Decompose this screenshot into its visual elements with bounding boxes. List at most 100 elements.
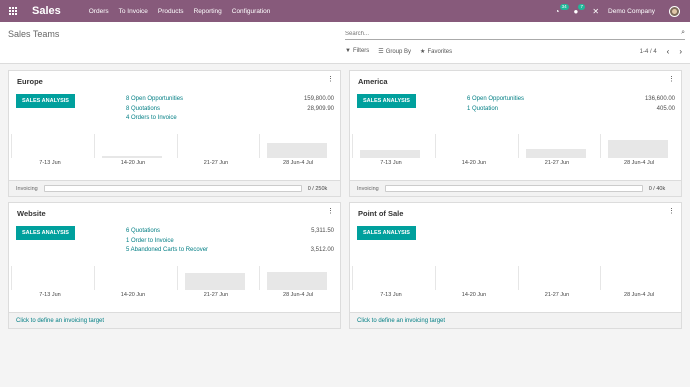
user-avatar[interactable]: [669, 5, 680, 17]
graph-bar: [360, 150, 420, 158]
activity-clock-icon[interactable]: ◔ 34: [555, 3, 569, 16]
stat-value: 159,800.00: [303, 96, 334, 102]
stat-link[interactable]: 1 Quotation: [467, 105, 498, 115]
team-stats: 8 Open Opportunities 159,800.00 8 Quotatio…: [126, 95, 334, 124]
card-options-icon[interactable]: ⋮: [327, 75, 334, 83]
graph-separator: [259, 266, 260, 290]
stat-row: 8 Quotations 28,909.90: [126, 105, 334, 115]
team-card: Point of Sale ⋮ SALES ANALYSIS 7-13 Jun 14-2…: [349, 202, 682, 329]
search-input[interactable]: [345, 28, 665, 39]
stat-link[interactable]: 8 Open Opportunities: [126, 95, 183, 105]
graph-x-label: 7-13 Jun: [39, 292, 61, 298]
graph-separator: [94, 266, 95, 290]
apps-menu-icon[interactable]: [9, 7, 17, 15]
filters-label: Filters: [352, 48, 370, 54]
team-title[interactable]: America: [358, 77, 388, 86]
graph-bar: [102, 156, 162, 158]
graph-x-label: 7-13 Jun: [39, 160, 61, 166]
invoicing-ratio: 0 / 40k: [648, 185, 666, 192]
sales-analysis-button[interactable]: SALES ANALYSIS: [357, 226, 416, 240]
stat-link[interactable]: 8 Quotations: [126, 105, 160, 115]
groupby-button[interactable]: ☰ Group By: [378, 48, 411, 55]
team-title[interactable]: Point of Sale: [358, 209, 403, 218]
graph-x-labels: 7-13 Jun 14-20 Jun 21-27 Jun 28 Jun-4 Jul: [9, 292, 340, 300]
stat-link[interactable]: 1 Order to Invoice: [126, 237, 174, 247]
stat-value: 3,512.00: [310, 247, 334, 253]
stat-value: 136,600.00: [644, 96, 675, 102]
graph-separator: [600, 134, 601, 158]
sales-graph[interactable]: [9, 266, 340, 290]
graph-x-label: 21-27 Jun: [203, 160, 229, 166]
stat-link[interactable]: 5 Abandoned Carts to Recover: [126, 246, 208, 256]
breadcrumb: Sales Teams: [8, 29, 60, 39]
card-options-icon[interactable]: ⋮: [327, 207, 334, 215]
menu-products[interactable]: Products: [158, 8, 184, 15]
control-panel: Sales Teams ⌕ ▼Filters ☰Group By ★Favori…: [0, 22, 690, 64]
graph-x-label: 21-27 Jun: [203, 292, 229, 298]
graph-separator: [11, 134, 12, 158]
graph-x-label: 28 Jun-4 Jul: [283, 292, 313, 298]
list-icon: ☰: [378, 49, 384, 55]
groupby-label: Group By: [385, 49, 412, 55]
menu-to-invoice[interactable]: To Invoice: [119, 8, 148, 15]
card-options-icon[interactable]: ⋮: [668, 207, 675, 215]
messages-chat-icon[interactable]: ● 7: [573, 3, 585, 16]
company-switcher[interactable]: Demo Company: [608, 8, 655, 15]
team-title[interactable]: Europe: [17, 77, 43, 86]
team-title[interactable]: Website: [17, 209, 46, 218]
sales-graph[interactable]: [350, 266, 681, 290]
invoicing-progress-bar[interactable]: [384, 185, 643, 192]
search-options: ▼ Filters ☰ Group By ★ Favorites: [345, 48, 452, 55]
card-options-icon[interactable]: ⋮: [668, 75, 675, 83]
pager-previous-icon[interactable]: ‹: [667, 47, 670, 56]
menu-reporting[interactable]: Reporting: [194, 8, 222, 15]
graph-bar: [267, 272, 327, 290]
app-brand[interactable]: Sales: [32, 5, 61, 17]
messages-badge: 7: [578, 3, 585, 10]
stat-link[interactable]: 6 Open Opportunities: [467, 95, 524, 105]
graph-x-label: 21-27 Jun: [544, 292, 570, 298]
search-icon[interactable]: ⌕: [681, 29, 685, 37]
sales-graph[interactable]: [350, 134, 681, 158]
graph-x-label: 28 Jun-4 Jul: [283, 160, 313, 166]
pager: 1-4 / 4 ‹ ›: [640, 47, 682, 56]
graph-x-label: 28 Jun-4 Jul: [624, 160, 654, 166]
stat-value: 28,909.90: [307, 105, 334, 112]
top-navbar: Sales Orders To Invoice Products Reporti…: [0, 0, 690, 22]
invoicing-progress-bar[interactable]: [43, 185, 302, 192]
team-stats: 6 Quotations 5,311.50 1 Order to Invoice 5 …: [126, 227, 334, 256]
invoicing-ratio: 0 / 250k: [307, 185, 328, 192]
graph-x-label: 14-20 Jun: [461, 160, 487, 166]
graph-x-label: 7-13 Jun: [380, 292, 402, 298]
favorites-button[interactable]: ★ Favorites: [420, 48, 452, 55]
graph-separator: [352, 266, 353, 290]
team-card: Website ⋮ SALES ANALYSIS 6 Quotations 5,311.…: [8, 202, 341, 329]
filters-button[interactable]: ▼ Filters: [345, 48, 369, 55]
sales-graph[interactable]: [9, 134, 340, 158]
stat-link[interactable]: 4 Orders to Invoice: [126, 114, 177, 124]
graph-separator: [435, 134, 436, 158]
menu-orders[interactable]: Orders: [89, 8, 109, 15]
search-bar: ⌕: [345, 28, 685, 40]
graph-x-label: 21-27 Jun: [544, 160, 570, 166]
graph-bar: [608, 140, 668, 158]
graph-x-labels: 7-13 Jun 14-20 Jun 21-27 Jun 28 Jun-4 Jul: [350, 160, 681, 168]
graph-separator: [177, 134, 178, 158]
menu-configuration[interactable]: Configuration: [232, 8, 271, 15]
graph-bar: [267, 143, 327, 158]
card-footer: Invoicing 0 / 40k: [350, 180, 681, 196]
sales-analysis-button[interactable]: SALES ANALYSIS: [16, 226, 75, 240]
pager-next-icon[interactable]: ›: [679, 47, 682, 56]
pager-value[interactable]: 1-4 / 4: [640, 49, 657, 55]
graph-separator: [435, 266, 436, 290]
graph-x-labels: 7-13 Jun 14-20 Jun 21-27 Jun 28 Jun-4 Jul: [9, 160, 340, 168]
define-invoicing-target-link[interactable]: Click to define an invoicing target: [357, 318, 445, 324]
sales-analysis-button[interactable]: SALES ANALYSIS: [357, 94, 416, 108]
debug-tools-icon[interactable]: ✕: [592, 7, 599, 16]
stat-row: 8 Open Opportunities 159,800.00: [126, 95, 334, 105]
sales-analysis-button[interactable]: SALES ANALYSIS: [16, 94, 75, 108]
define-invoicing-target-link[interactable]: Click to define an invoicing target: [16, 318, 104, 324]
graph-x-label: 28 Jun-4 Jul: [624, 292, 654, 298]
stat-link[interactable]: 6 Quotations: [126, 227, 160, 237]
activity-badge: 34: [559, 3, 569, 10]
